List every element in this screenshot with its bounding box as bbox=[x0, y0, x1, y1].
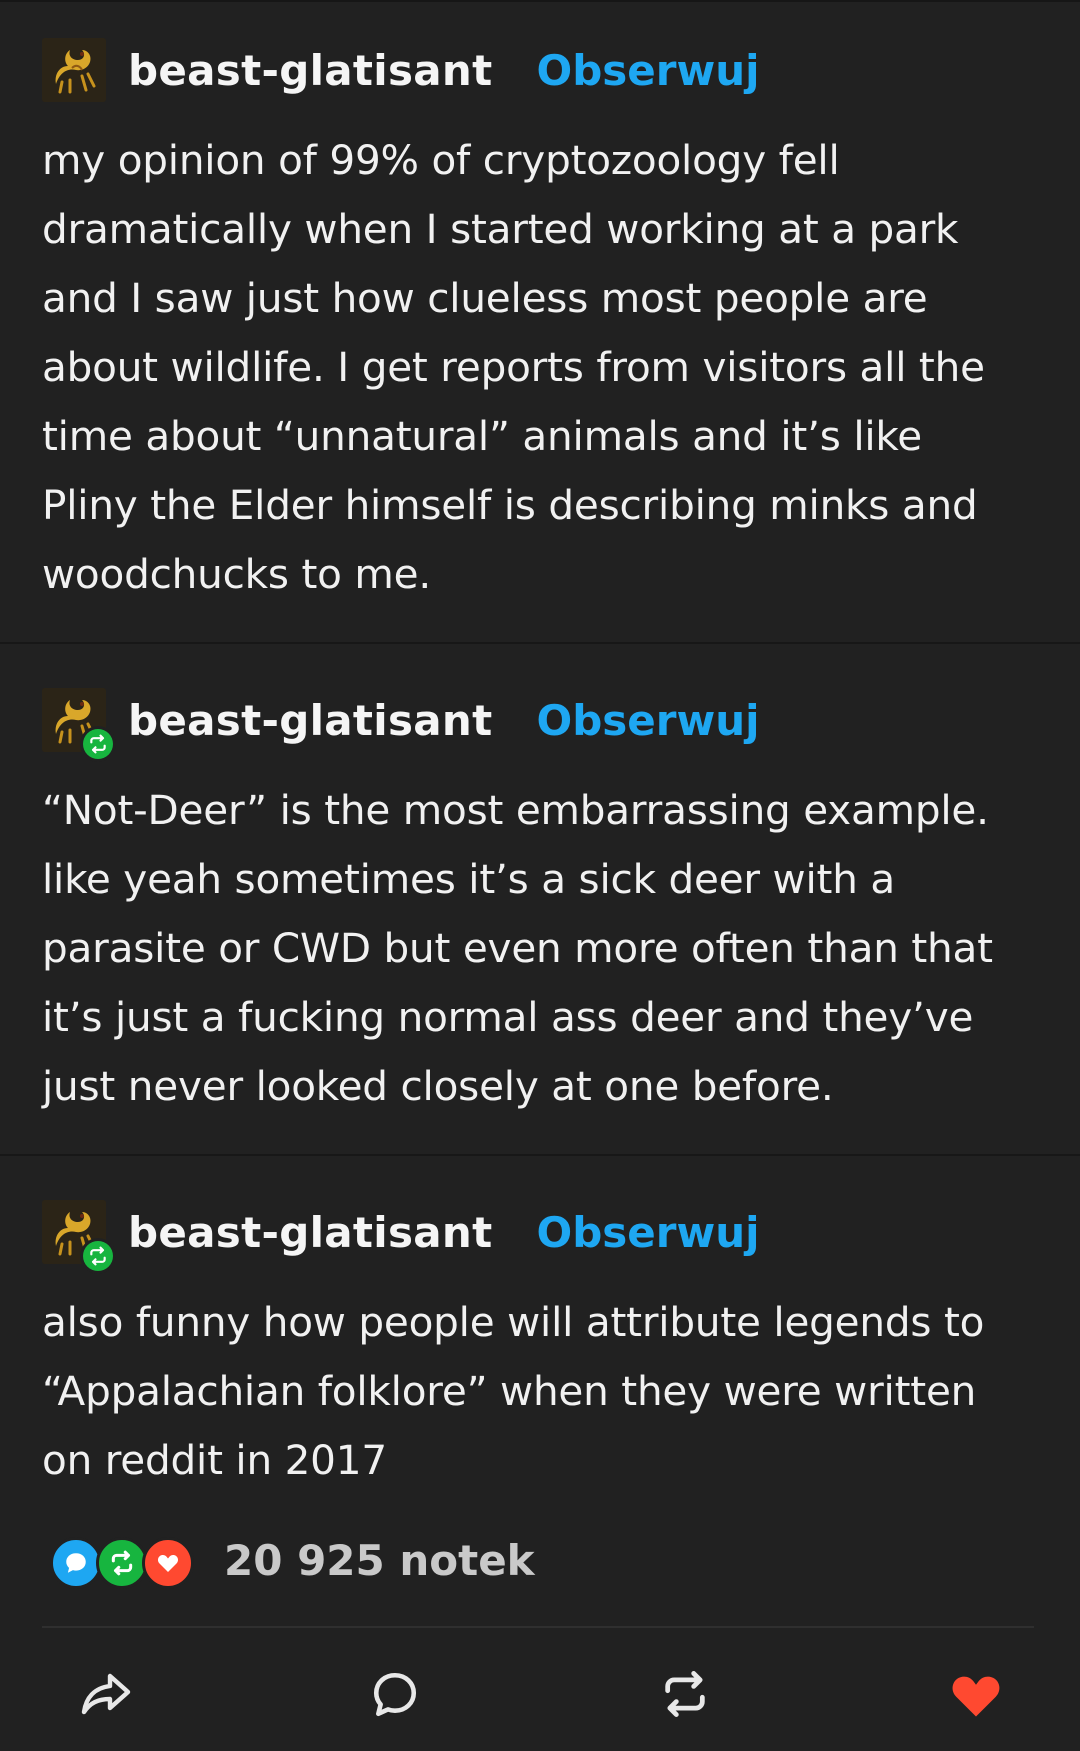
follow-button[interactable]: Obserwuj bbox=[537, 1208, 760, 1257]
reblog-badge bbox=[80, 726, 116, 762]
text-line: time about “unnatural” animals and it’s … bbox=[42, 412, 922, 460]
post-divider bbox=[0, 642, 1080, 644]
avatar[interactable] bbox=[42, 688, 116, 762]
avatar[interactable] bbox=[42, 1200, 116, 1274]
share-button[interactable] bbox=[76, 1666, 136, 1722]
share-icon bbox=[81, 1673, 131, 1715]
reblog-badge bbox=[80, 1238, 116, 1274]
follow-button[interactable]: Obserwuj bbox=[537, 46, 760, 95]
text-line: dramatically when I started working at a… bbox=[42, 205, 959, 253]
avatar[interactable] bbox=[42, 38, 106, 102]
reblog-icon bbox=[665, 1671, 705, 1717]
post-header: beast-glatisant Obserwuj bbox=[42, 38, 760, 102]
text-line: parasite or CWD but even more often than… bbox=[42, 924, 993, 972]
post-header: beast-glatisant Obserwuj bbox=[42, 688, 760, 762]
reblog-button[interactable] bbox=[655, 1666, 715, 1722]
text-line: about wildlife. I get reports from visit… bbox=[42, 343, 985, 391]
post-text: also funny how people will attribute leg… bbox=[42, 1288, 1042, 1495]
text-line: on reddit in 2017 bbox=[42, 1436, 387, 1484]
text-line: also funny how people will attribute leg… bbox=[42, 1298, 985, 1346]
text-line: my opinion of 99% of cryptozoology fell bbox=[42, 136, 840, 184]
post-divider bbox=[0, 1154, 1080, 1156]
username[interactable]: beast-glatisant bbox=[128, 46, 493, 95]
text-line: like yeah sometimes it’s a sick deer wit… bbox=[42, 855, 895, 903]
footer-divider bbox=[42, 1626, 1034, 1628]
reply-icon bbox=[373, 1672, 417, 1717]
reblog-icon bbox=[96, 1537, 148, 1589]
note-icons bbox=[50, 1535, 194, 1589]
notes-summary[interactable]: 20 925 notek bbox=[50, 1530, 535, 1590]
reply-bubble-icon bbox=[50, 1537, 102, 1589]
username[interactable]: beast-glatisant bbox=[128, 696, 493, 745]
text-line: woodchucks to me. bbox=[42, 550, 432, 598]
heart-icon bbox=[142, 1537, 194, 1589]
text-line: Pliny the Elder himself is describing mi… bbox=[42, 481, 978, 529]
top-border bbox=[0, 0, 1080, 2]
reblog-icon bbox=[90, 1246, 106, 1266]
text-line: “Not-Deer” is the most embarrassing exam… bbox=[42, 786, 989, 834]
post-text: my opinion of 99% of cryptozoology fell … bbox=[42, 126, 1042, 609]
like-button[interactable] bbox=[946, 1666, 1006, 1722]
text-line: and I saw just how clueless most people … bbox=[42, 274, 928, 322]
post-text: “Not-Deer” is the most embarrassing exam… bbox=[42, 776, 1042, 1121]
like-icon bbox=[952, 1676, 1000, 1717]
reblog-icon bbox=[90, 734, 106, 754]
text-line: just never looked closely at one before. bbox=[42, 1062, 834, 1110]
notes-count: 20 925 notek bbox=[224, 1535, 535, 1585]
username[interactable]: beast-glatisant bbox=[128, 1208, 493, 1257]
text-line: it’s just a fucking normal ass deer and … bbox=[42, 993, 974, 1041]
follow-button[interactable]: Obserwuj bbox=[537, 696, 760, 745]
dragon-beast-icon bbox=[42, 38, 106, 102]
text-line: “Appalachian folklore” when they were wr… bbox=[42, 1367, 977, 1415]
reply-button[interactable] bbox=[365, 1666, 425, 1722]
post-header: beast-glatisant Obserwuj bbox=[42, 1200, 760, 1274]
